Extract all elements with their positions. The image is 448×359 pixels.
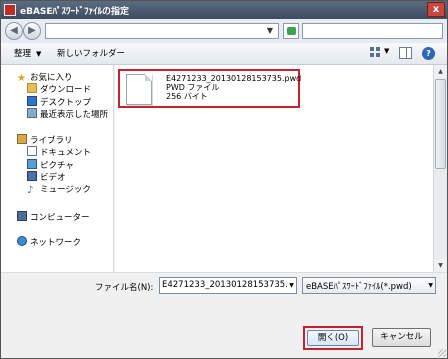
recent-places-icon [27,108,37,118]
filetype-dropdown-icon: ▼ [428,282,433,289]
sidebar-item-pictures[interactable]: ピクチャ [27,159,74,171]
file-name: E4271233_20130128153735.pwd [166,74,302,83]
scroll-down-icon[interactable]: ▼ [434,259,447,272]
network-icon [17,236,27,246]
app-icon [4,4,16,16]
navigation-pane: ★ お気に入り ダウンロード デスクトップ 最近表示した場所 ライブラリ ドキュメ… [1,65,114,272]
file-list: E4271233_20130128153735.pwd PWD ファイル 256… [115,65,433,272]
vertical-scrollbar[interactable]: ▲ ▼ [433,65,447,272]
sidebar-item-recent[interactable]: 最近表示した場所 [27,108,108,120]
sidebar-item-downloads[interactable]: ダウンロード [27,83,91,95]
views-icon[interactable] [370,47,382,59]
address-dropdown-icon[interactable]: ▼ [263,24,277,38]
window-title: eBASEﾊﾟｽﾜｰﾄﾞﾌｧｲﾙの指定 [20,7,130,17]
toolbar: 整理 ▼ 新しいフォルダー ▼ ? [1,43,447,65]
star-icon: ★ [17,73,26,84]
filename-label: ファイル名(N): [95,283,154,293]
resize-grip[interactable] [438,349,446,357]
back-button[interactable]: ◀ [5,22,23,40]
forward-button[interactable]: ▶ [23,22,41,40]
file-open-dialog: eBASEﾊﾟｽﾜｰﾄﾞﾌｧｲﾙの指定 x ◀ ▶ ▼ 整理 ▼ 新しいフォルダー… [0,0,448,359]
refresh-button[interactable] [283,23,299,39]
file-icon [126,74,152,105]
sidebar-item-computer[interactable]: コンピューター [17,211,90,223]
sidebar-item-music[interactable]: ♪ ミュージック [27,183,91,196]
sidebar-item-documents[interactable]: ドキュメント [27,146,91,158]
desktop-icon [27,96,37,106]
videos-icon [27,171,37,181]
downloads-folder-icon [27,83,37,93]
documents-icon [27,146,37,156]
computer-icon [17,211,27,221]
organize-button[interactable]: 整理 ▼ [14,47,41,59]
sidebar-item-videos[interactable]: ビデオ [27,171,66,183]
search-input[interactable] [302,23,443,39]
address-row: ◀ ▶ ▼ [1,19,447,43]
address-bar[interactable] [45,23,279,39]
pictures-icon [27,159,37,169]
open-button-highlight: 開く(O) [303,326,363,350]
scroll-up-icon[interactable]: ▲ [434,65,447,78]
music-icon: ♪ [27,185,34,196]
organize-label: 整理 [14,49,32,59]
title-bar: eBASEﾊﾟｽﾜｰﾄﾞﾌｧｲﾙの指定 x [1,1,447,19]
filename-dropdown-icon[interactable]: ▼ [287,278,296,293]
filetype-value: eBASEﾊﾟｽﾜｰﾄﾞﾌｧｲﾙ(*.pwd) [306,282,412,292]
organize-arrow-icon: ▼ [36,50,42,58]
file-item[interactable]: E4271233_20130128153735.pwd PWD ファイル 256… [118,69,302,108]
sidebar-item-favorites[interactable]: ★ お気に入り [17,71,73,84]
close-button[interactable]: x [427,2,445,17]
preview-pane-icon[interactable] [399,47,412,59]
bottom-panel: ファイル名(N): E4271233_20130128153735.p ▼ eB… [1,272,447,358]
cancel-button[interactable]: キャンセル [372,328,431,347]
views-dropdown-icon[interactable]: ▼ [384,47,389,55]
file-size: 256 バイト [166,92,208,101]
library-icon [17,134,27,144]
refresh-icon [287,27,296,35]
filetype-select[interactable]: eBASEﾊﾟｽﾜｰﾄﾞﾌｧｲﾙ(*.pwd) ▼ [302,277,436,294]
sidebar-item-libraries[interactable]: ライブラリ [17,134,73,146]
sidebar-item-network[interactable]: ネットワーク [17,236,81,248]
scroll-thumb[interactable] [435,79,446,169]
new-folder-button[interactable]: 新しいフォルダー [57,47,125,59]
file-type: PWD ファイル [166,83,220,92]
sidebar-item-desktop[interactable]: デスクトップ [27,96,91,108]
open-button[interactable]: 開く(O) [307,330,359,346]
help-icon[interactable]: ? [422,47,435,60]
filename-input[interactable]: E4271233_20130128153735.p [159,277,297,294]
